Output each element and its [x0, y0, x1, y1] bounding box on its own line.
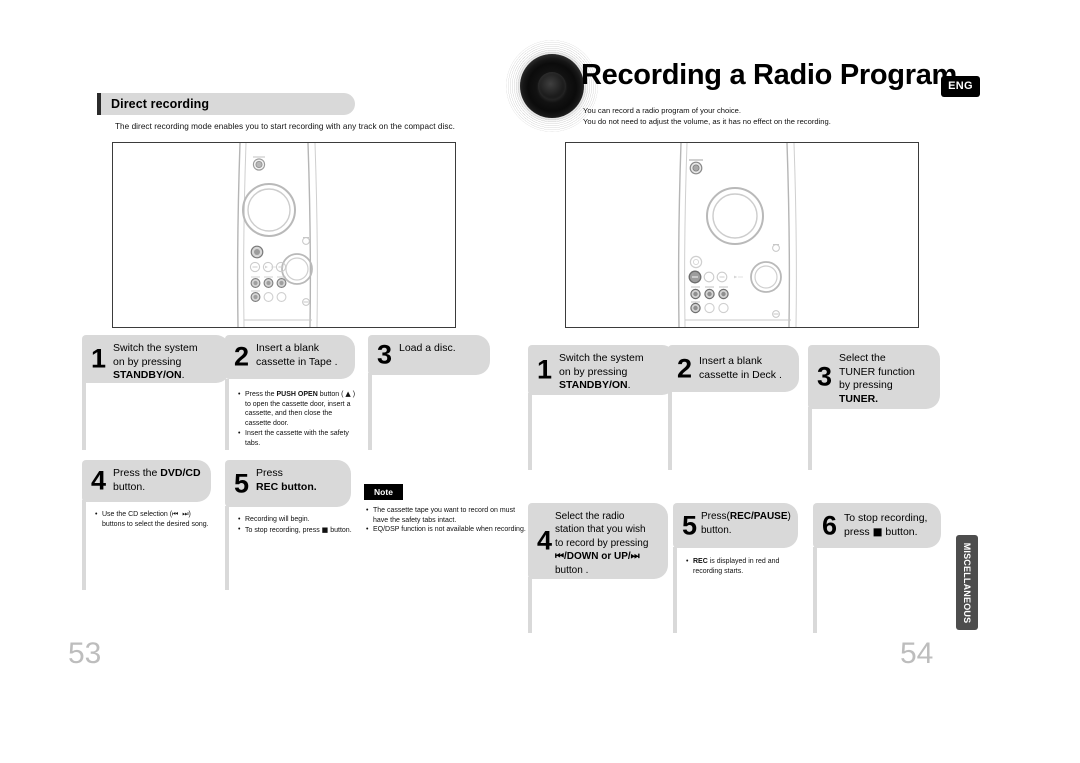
step-number: 4 [537, 525, 553, 556]
description-line-2: You do not need to adjust the volume, as… [583, 117, 831, 126]
step-3: 3 Select the TUNER function by pressing TUN… [808, 345, 940, 470]
step-tail [813, 547, 817, 633]
page-number-right: 54 [900, 637, 934, 670]
stop-icon: ■ [872, 525, 883, 538]
step-header: 4 Select the radio station that you wish t… [528, 503, 668, 579]
step-text: Select the TUNER function by pressing TUNER… [839, 352, 915, 405]
description-line-1: You can record a radio program of your c… [583, 106, 742, 115]
side-tab-label: MISCELLANEOUS [962, 542, 972, 623]
step-header: 5 Press(REC/PAUSE) button. [673, 503, 798, 548]
stereo-system-line-art [565, 142, 919, 328]
step-tail [668, 391, 672, 470]
speaker-dust-cap [538, 72, 566, 100]
step-2: 2 Insert a blank cassette in Deck . [668, 345, 799, 470]
step-header: 3 Select the TUNER function by pressing TUN… [808, 345, 940, 409]
step-bullets: REC is displayed in red and recording st… [686, 556, 804, 577]
step-5: 5 Press(REC/PAUSE)button. REC is display… [673, 503, 798, 633]
step-1: 1 Switch the system on by pressing STANDBY… [528, 345, 676, 470]
step-number: 1 [537, 354, 553, 385]
step-number: 3 [817, 361, 833, 392]
step-header: 2 Insert a blank cassette in Deck . [668, 345, 799, 392]
language-badge: ENG [941, 76, 980, 97]
step-6: 6 To stop recording, press ■ button. [813, 503, 941, 633]
right-page: Recording a Radio Program ENG You can re… [0, 0, 1080, 763]
page-title: Recording a Radio Program [581, 59, 958, 91]
step-header: 6 To stop recording, press ■ button. [813, 503, 941, 548]
step-tail [808, 407, 812, 470]
step-text: Select the radio station that you wish to … [555, 511, 649, 576]
step-tail [673, 547, 677, 633]
page-description: You can record a radio program of your c… [583, 105, 831, 127]
side-tab-miscellaneous[interactable]: MISCELLANEOUS [956, 535, 978, 630]
step-tail [528, 393, 532, 470]
step-number: 2 [677, 353, 693, 383]
step-text: Switch the system on by pressing STANDBY/O… [559, 352, 644, 391]
step-text: Press(REC/PAUSE) button. [701, 511, 791, 536]
step-text: Insert a blank cassette in Deck . [699, 355, 782, 381]
step-header: 1 Switch the system on by pressing STANDBY… [528, 345, 676, 395]
next-track-icon: ⏭ [630, 551, 640, 563]
step-number: 5 [682, 510, 698, 540]
device-illustration-right [565, 142, 919, 328]
bullet-item: REC is displayed in red and recording st… [686, 556, 804, 576]
step-tail [528, 577, 532, 633]
step-text: To stop recording, press ■ button. [844, 512, 928, 538]
step-number: 6 [822, 510, 838, 540]
prev-track-icon: ⏮ [555, 551, 564, 563]
step-4: 4 Select the radio station that you wish t… [528, 503, 668, 633]
